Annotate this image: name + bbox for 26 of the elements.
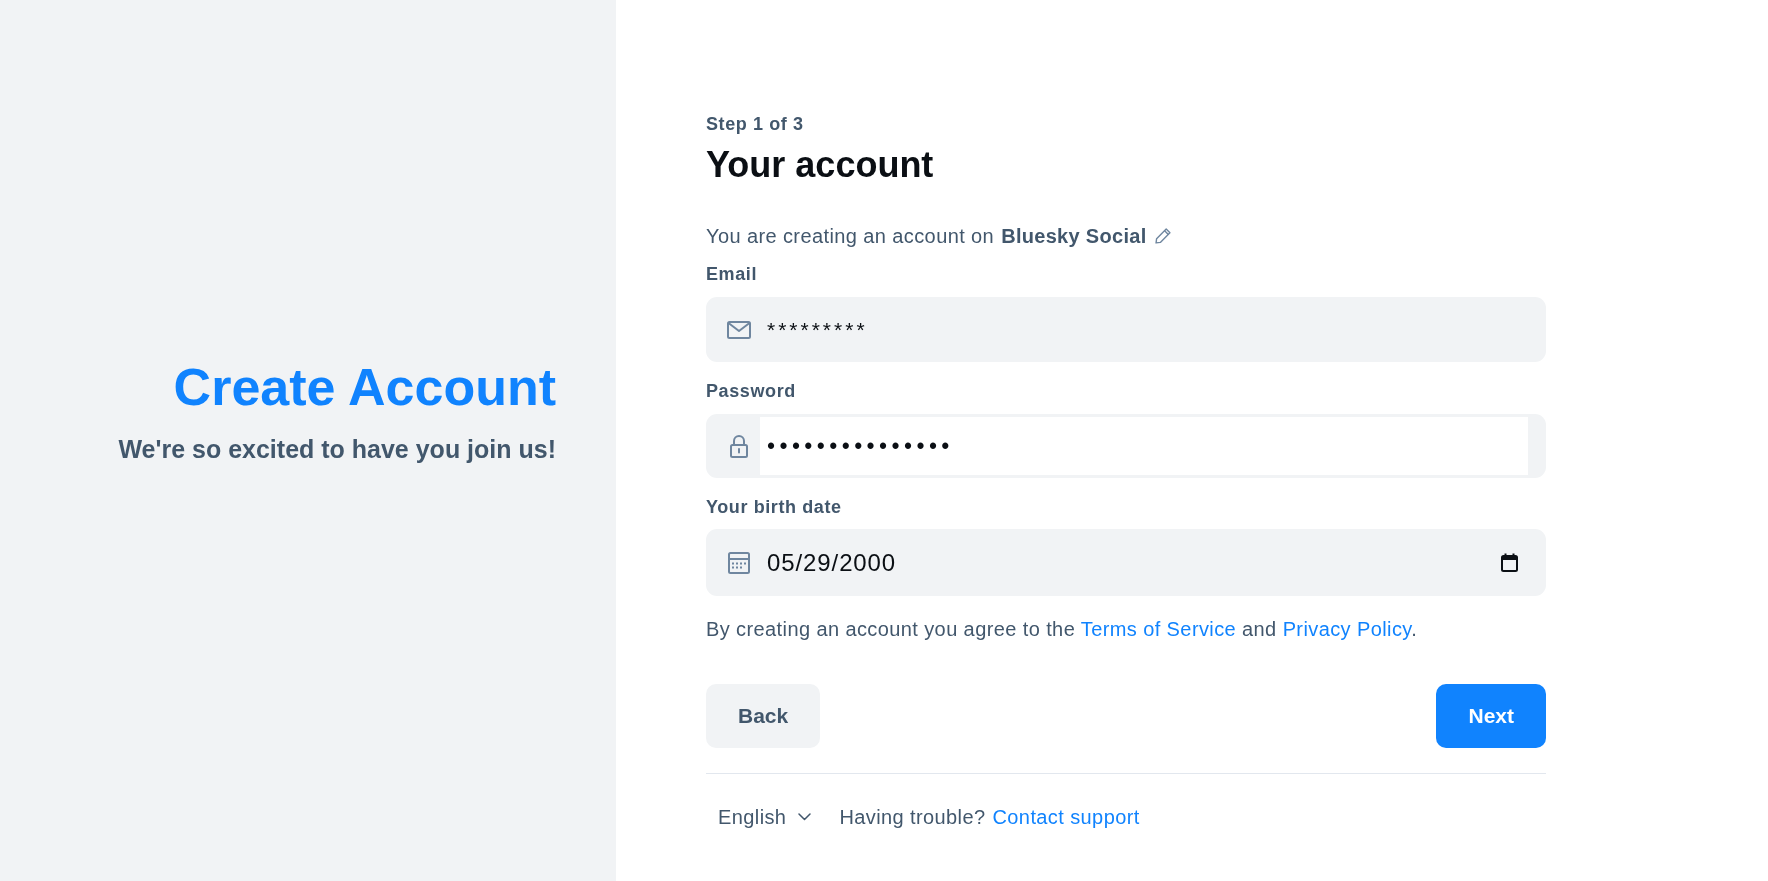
calendar-picker-icon[interactable] [1501,553,1518,572]
field-label: Email [706,263,759,286]
contact-support-link[interactable]: Contact support [992,805,1140,829]
field-label: Your birth date [706,496,843,519]
terms-text: By creating an account you agree to the Terms of Service and Privacy Policy. [706,617,1419,641]
next-button[interactable]: Next [1436,684,1546,748]
form-title: Your account [706,143,935,187]
password-field[interactable]: ••••••••••••••• [706,414,1546,478]
provider-note: You are creating an account on [706,224,995,248]
side-title: Create Account [173,357,556,417]
language-button[interactable]: English [718,805,812,829]
calendar-icon [728,551,750,574]
terms-of-service-link[interactable]: Terms of Service [1080,618,1237,640]
help-text: Having trouble? [839,805,986,829]
envelope-icon [727,320,751,339]
lock-icon [730,434,748,458]
email-field[interactable]: ********* [706,297,1546,362]
privacy-policy-link[interactable]: Privacy Policy [1282,618,1412,640]
back-button[interactable]: Back [706,684,821,748]
field-label: Password [706,380,797,403]
chevron-down-icon [798,813,812,821]
provider-button[interactable]: Bluesky Social [1001,224,1171,248]
step-indicator: Step 1 of 3 [706,113,805,135]
side-subtitle: We're so excited to have you join us! [118,434,556,464]
pencil-icon [1154,228,1171,244]
birth-date-field[interactable]: 05/29/2000 [706,529,1546,596]
